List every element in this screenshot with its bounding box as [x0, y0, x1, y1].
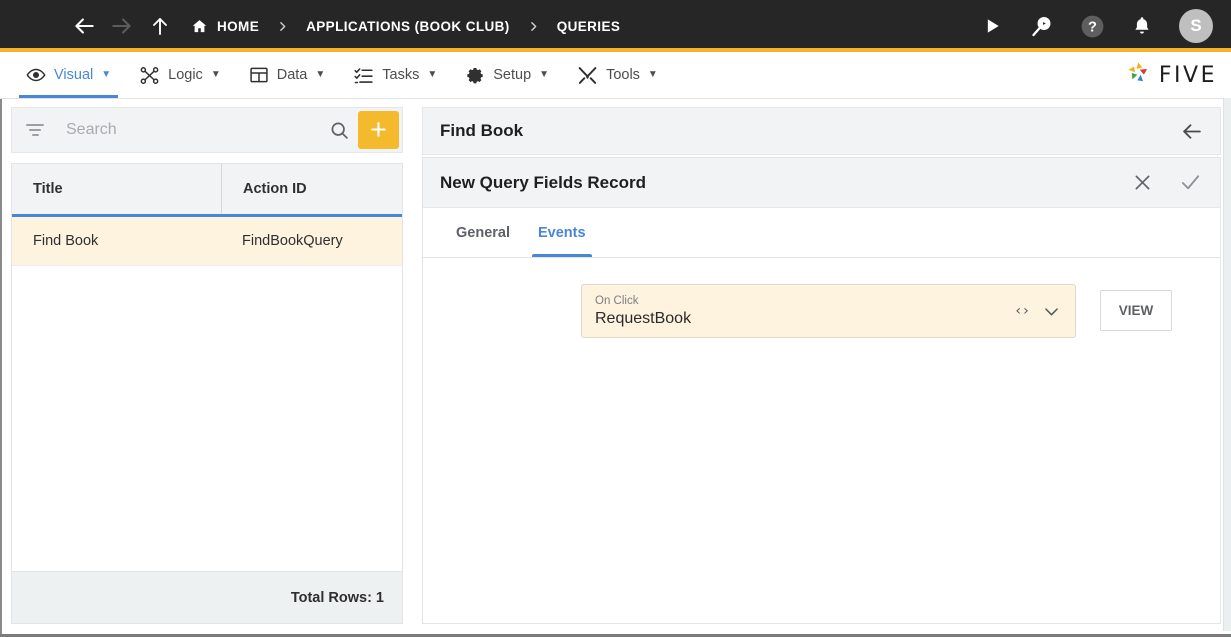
- table-header-row: Title Action ID: [12, 164, 402, 217]
- breadcrumb: HOME APPLICATIONS (BOOK CLUB) QUERIES: [191, 18, 979, 35]
- forward-navigation-icon[interactable]: [107, 11, 137, 41]
- chevron-down-icon: ▼: [101, 69, 112, 80]
- menu-label-logic: Logic: [168, 67, 203, 83]
- cell-action-id: FindBookQuery: [242, 233, 343, 249]
- record-editor: New Query Fields Record General Events O…: [422, 157, 1221, 624]
- top-navigation-bar: HOME APPLICATIONS (BOOK CLUB) QUERIES ? …: [0, 0, 1231, 52]
- menu-label-setup: Setup: [493, 67, 532, 83]
- page-title: Find Book: [440, 121, 524, 140]
- tab-general[interactable]: General: [442, 208, 524, 257]
- user-avatar[interactable]: S: [1179, 9, 1213, 43]
- logic-nodes-icon: [139, 65, 160, 86]
- record-tabs: General Events: [423, 208, 1220, 258]
- queries-list-panel: Title Action ID Find Book FindBookQuery …: [2, 99, 412, 634]
- record-title: New Query Fields Record: [440, 172, 646, 192]
- detail-panel: Find Book New Query Fields Record Genera…: [412, 99, 1231, 634]
- panel-back-icon[interactable]: [1179, 119, 1204, 144]
- on-click-event-row: On Click RequestBook ‹› VIEW: [581, 284, 1172, 338]
- menu-label-tools: Tools: [606, 67, 640, 83]
- events-tab-content: On Click RequestBook ‹› VIEW: [423, 258, 1220, 623]
- breadcrumb-item-applications[interactable]: APPLICATIONS (BOOK CLUB): [306, 19, 510, 34]
- column-header-action-id[interactable]: Action ID: [221, 164, 402, 214]
- top-bar-actions: ? S: [979, 9, 1213, 43]
- record-header-actions: [1130, 171, 1202, 195]
- home-icon: [191, 18, 208, 35]
- search-icon[interactable]: [322, 120, 356, 141]
- breadcrumb-label-home: HOME: [217, 18, 260, 34]
- menu-label-visual: Visual: [54, 67, 94, 83]
- cell-title: Find Book: [33, 233, 99, 249]
- table-body: Find Book FindBookQuery: [12, 217, 402, 571]
- debug-search-icon[interactable]: [1029, 13, 1055, 39]
- application-window: HOME APPLICATIONS (BOOK CLUB) QUERIES ? …: [0, 0, 1231, 637]
- menu-item-tasks[interactable]: Tasks ▼: [339, 52, 451, 98]
- up-level-icon[interactable]: [145, 11, 175, 41]
- sidebar-bottom-spacer: [11, 624, 403, 634]
- on-click-field[interactable]: On Click RequestBook ‹›: [581, 284, 1076, 338]
- menu-label-tasks: Tasks: [382, 67, 420, 83]
- menu-item-visual[interactable]: Visual ▼: [12, 52, 125, 98]
- code-brackets-icon[interactable]: ‹›: [1014, 303, 1030, 319]
- search-bar: [11, 107, 403, 153]
- tasks-list-icon: [353, 65, 374, 86]
- tools-wrench-icon: [577, 65, 598, 86]
- check-icon[interactable]: [1178, 171, 1202, 195]
- breadcrumb-separator: [527, 20, 540, 33]
- breadcrumb-item-home[interactable]: HOME: [191, 18, 259, 35]
- content-area: Title Action ID Find Book FindBookQuery …: [0, 98, 1231, 634]
- queries-table: Title Action ID Find Book FindBookQuery …: [11, 163, 403, 624]
- help-icon[interactable]: ?: [1079, 13, 1105, 39]
- add-query-button[interactable]: [358, 111, 399, 149]
- view-button[interactable]: VIEW: [1100, 290, 1172, 331]
- record-header: New Query Fields Record: [423, 158, 1220, 208]
- menu-item-setup[interactable]: Setup ▼: [451, 52, 563, 98]
- on-click-field-label: On Click: [595, 294, 639, 307]
- notifications-bell-icon[interactable]: [1129, 13, 1155, 39]
- on-click-field-texts: On Click RequestBook: [595, 294, 1014, 329]
- five-logo-text: FIVE: [1158, 62, 1217, 88]
- menu-item-data[interactable]: Data ▼: [235, 52, 340, 98]
- filter-icon[interactable]: [26, 123, 48, 137]
- menu-item-logic[interactable]: Logic ▼: [125, 52, 235, 98]
- hamburger-menu-icon[interactable]: [20, 17, 44, 35]
- eye-icon: [26, 65, 46, 85]
- search-input[interactable]: [66, 121, 322, 139]
- back-navigation-icon[interactable]: [69, 11, 99, 41]
- chevron-down-icon: ▼: [427, 69, 438, 80]
- table-footer-total-rows: Total Rows: 1: [12, 571, 402, 623]
- breadcrumb-label-queries: QUERIES: [556, 18, 621, 34]
- chevron-down-icon: ▼: [210, 69, 221, 80]
- panel-title-bar: Find Book: [422, 107, 1221, 155]
- close-icon[interactable]: [1130, 171, 1154, 195]
- table-row[interactable]: Find Book FindBookQuery: [12, 217, 402, 266]
- chevron-down-icon[interactable]: [1042, 302, 1061, 321]
- on-click-field-value: RequestBook: [595, 309, 692, 327]
- svg-text:?: ?: [1088, 19, 1097, 35]
- five-logo: FIVE: [1126, 52, 1217, 98]
- five-logo-mark-icon: [1126, 60, 1152, 91]
- chevron-down-icon: ▼: [539, 69, 550, 80]
- run-icon[interactable]: [979, 13, 1005, 39]
- breadcrumb-item-queries[interactable]: QUERIES: [557, 19, 621, 34]
- gear-icon: [465, 65, 485, 85]
- tab-events[interactable]: Events: [524, 208, 600, 257]
- module-menu-bar: Visual ▼ Logic ▼ Data ▼ Tasks ▼ Setup ▼ …: [0, 52, 1231, 99]
- column-header-title[interactable]: Title: [12, 164, 221, 214]
- chevron-down-icon: ▼: [315, 69, 326, 80]
- table-grid-icon: [249, 65, 269, 85]
- on-click-field-icons: ‹›: [1014, 302, 1061, 321]
- menu-label-data: Data: [276, 67, 308, 83]
- chevron-down-icon: ▼: [647, 69, 658, 80]
- menu-item-tools[interactable]: Tools ▼: [563, 52, 672, 98]
- vertical-scrollbar[interactable]: [1223, 98, 1231, 631]
- breadcrumb-label-applications: APPLICATIONS (BOOK CLUB): [306, 18, 510, 34]
- breadcrumb-separator: [276, 20, 289, 33]
